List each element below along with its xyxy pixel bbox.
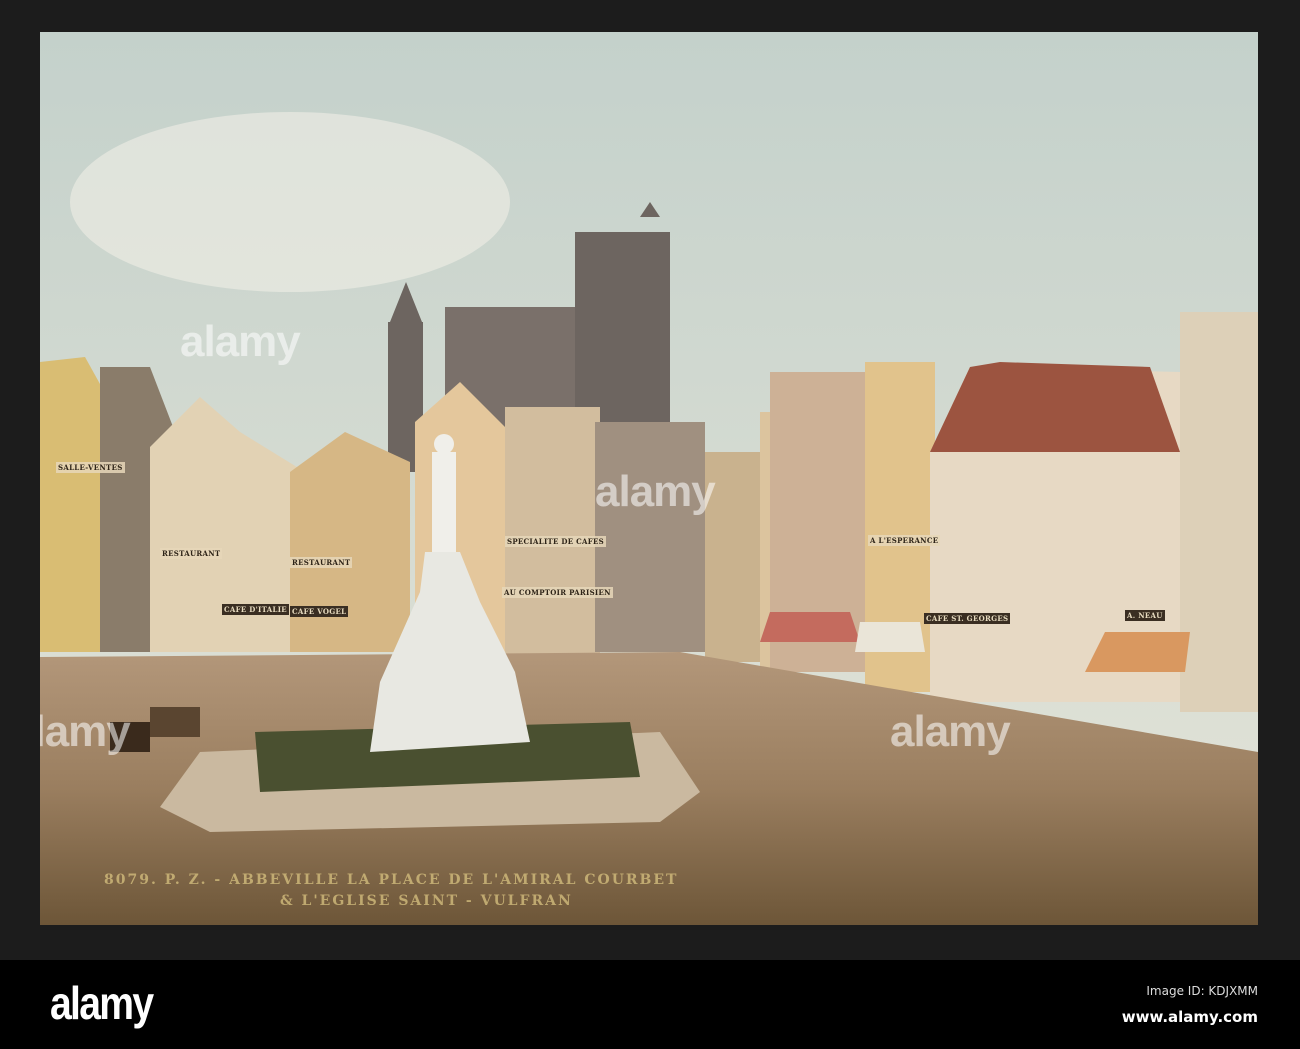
shop-sign: SPECIALITE DE CAFES — [505, 536, 607, 547]
right-buildings — [705, 312, 1258, 712]
photo-caption-line1: 8079. P. Z. - ABBEVILLE LA PLACE DE L'AM… — [104, 872, 679, 888]
shop-sign: RESTAURANT — [160, 548, 223, 559]
website-link[interactable]: www.alamy.com — [1122, 1008, 1258, 1026]
watermark: alamy — [890, 707, 1011, 756]
shop-sign: CAFE VOGEL — [290, 606, 349, 617]
alamy-logo: alamy — [50, 977, 154, 1029]
watermark: alamy — [40, 707, 131, 756]
shop-sign: A L'ESPERANCE — [868, 535, 941, 546]
shop-sign: CAFE D'ITALIE — [222, 604, 289, 615]
shop-sign: AU COMPTOIR PARISIEN — [502, 587, 613, 598]
shop-sign: CAFE ST. GEORGES — [924, 613, 1011, 624]
shop-sign: RESTAURANT — [290, 557, 353, 568]
footer-bar: alamy Image ID: KDJXMM www.alamy.com — [0, 960, 1300, 1049]
shop-sign: SALLE-VENTES — [56, 462, 125, 473]
image-id: Image ID: KDJXMM — [1146, 984, 1258, 998]
watermark: alamy — [180, 317, 301, 366]
photochrom-photo: SALLE-VENTES RESTAURANT RESTAURANT CAFE … — [40, 32, 1258, 925]
photo-caption-line2: & L'EGLISE SAINT - VULFRAN — [280, 893, 573, 909]
cloud — [70, 112, 510, 292]
shop-sign: A. NEAU — [1125, 610, 1165, 621]
watermark: alamy — [595, 467, 716, 516]
